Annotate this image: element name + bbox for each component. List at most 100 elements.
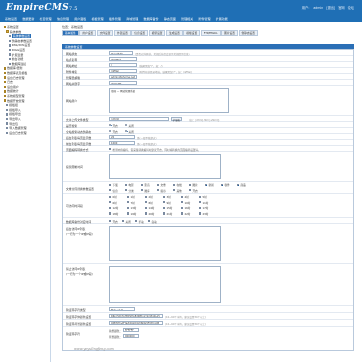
site-url-input[interactable]: / (109, 63, 137, 67)
encoding-checkbox[interactable] (109, 147, 112, 151)
topnav-item[interactable]: 用户面板 (74, 17, 86, 21)
rewrite-off-radio[interactable] (125, 129, 128, 133)
site-open-select[interactable]: 开启(推荐) (109, 51, 133, 55)
sidebar-item[interactable]: 日志 (0, 80, 13, 84)
replace-checkbox[interactable] (157, 183, 160, 186)
replace-checkbox[interactable] (173, 189, 176, 192)
backup-checkbox[interactable] (135, 219, 138, 223)
hour-checkbox[interactable] (181, 206, 184, 210)
sidebar-item[interactable]: 扩展变量 (0, 53, 23, 57)
tab-item[interactable]: 信息设置 (131, 30, 149, 36)
sidebar-item[interactable]: 系统模型管理 (0, 94, 24, 98)
rewrite-on-radio[interactable] (109, 129, 112, 133)
sidebar-item[interactable]: 后台日志管理 (0, 76, 24, 80)
search-on-radio[interactable] (109, 123, 112, 127)
hour-checkbox[interactable] (127, 195, 130, 198)
hour-checkbox[interactable] (127, 201, 130, 204)
tab-item[interactable]: 生成设置 (166, 30, 183, 36)
topnav-item[interactable]: 数据库备份 (144, 17, 159, 21)
sidebar-item[interactable]: 系统设置 (0, 25, 19, 29)
keywords-input[interactable]: 帝国CMS (109, 81, 137, 85)
backup-checkbox[interactable] (109, 219, 112, 223)
tab-item[interactable]: 文件设置 (96, 30, 114, 36)
sidebar-item[interactable]: DIGG设置 (0, 48, 25, 52)
replace-checkbox[interactable] (237, 183, 240, 187)
tab-item[interactable]: 用户设置 (79, 30, 97, 36)
search-off-radio[interactable] (125, 123, 128, 127)
backup-checkbox[interactable] (122, 219, 125, 223)
tab-item[interactable]: 模型设置 (148, 30, 166, 36)
replace-checkbox[interactable] (173, 183, 176, 186)
replace-checkbox[interactable] (141, 183, 144, 186)
sidebar-item[interactable]: 数据库/更新 (0, 66, 23, 70)
admin-page-size-input[interactable]: 20 (109, 135, 135, 139)
sidebar-item[interactable]: 导出包 (0, 122, 18, 126)
hour-checkbox[interactable] (181, 201, 184, 204)
topnav-item[interactable]: 系统设置 (5, 17, 17, 21)
hour-checkbox[interactable] (163, 201, 166, 204)
topnav-item[interactable]: 信息管理 (57, 17, 69, 21)
topnav-item[interactable]: 静态页面 (164, 17, 176, 21)
hour-checkbox[interactable] (199, 206, 202, 210)
sidebar-item[interactable]: 后台日志管理 (0, 131, 27, 135)
vote-limit-textarea[interactable] (109, 154, 221, 179)
ext-select[interactable]: 扩展名 (171, 117, 183, 122)
sidebar-item[interactable]: 系统参数 (0, 30, 21, 34)
replace-checkbox[interactable] (109, 189, 112, 192)
verify-bg-input[interactable]: OPD5HnAFYaZdQgQlGYl6DG5FQtVnQ8 (109, 321, 163, 326)
hour-checkbox[interactable] (145, 195, 148, 198)
hour-checkbox[interactable] (145, 212, 148, 215)
front-page-size-input[interactable]: 1000 (109, 141, 135, 145)
sidebar-item[interactable]: 数据统计 (0, 89, 19, 93)
replace-checkbox[interactable] (141, 189, 144, 192)
hour-checkbox[interactable] (199, 201, 202, 204)
tab-item[interactable]: 伪静态设置 (238, 30, 258, 36)
tab-item[interactable]: 图片设置 (221, 30, 238, 36)
topnav-item[interactable]: 商城管理 (126, 17, 138, 21)
hour-checkbox[interactable] (109, 201, 112, 204)
replace-checkbox[interactable] (109, 183, 112, 186)
forum-link[interactable]: 论坛 (348, 6, 354, 10)
file-domain-input[interactable]: /d/file/ (109, 69, 137, 73)
verify-type-select[interactable]: 数字+字母 (109, 307, 135, 312)
verify-font-input[interactable]: RRn7kDj7pf3tPzHAE2RPtnxYkmPn0Lg5 (109, 314, 163, 319)
hour-checkbox[interactable] (163, 206, 166, 210)
topnav-item[interactable]: 插件管理 (109, 17, 121, 21)
sidebar-item[interactable]: 模板导出 (0, 112, 21, 116)
hour-checkbox[interactable] (181, 212, 184, 215)
hour-checkbox[interactable] (127, 206, 130, 210)
tab-item[interactable]: FTP/EMAIL (200, 30, 221, 36)
sidebar-item[interactable]: 导出导入 (0, 117, 21, 121)
official-link[interactable]: 官网 (338, 6, 344, 10)
hour-checkbox[interactable] (163, 195, 166, 198)
backup-checkbox[interactable] (148, 219, 151, 223)
replace-checkbox[interactable] (157, 189, 160, 192)
admin-ip-textarea[interactable] (109, 226, 221, 261)
topnav-item[interactable]: 管理相关 (181, 17, 193, 21)
bg-color-input[interactable]: 000000 (123, 333, 139, 338)
sidebar-item[interactable]: 模板组 (0, 103, 18, 107)
hour-checkbox[interactable] (145, 206, 148, 210)
hour-checkbox[interactable] (109, 195, 112, 198)
hour-checkbox[interactable] (163, 212, 166, 215)
topnav-item[interactable]: 模板管理 (92, 17, 104, 21)
hour-checkbox[interactable] (199, 195, 202, 198)
fg-color-input[interactable]: FFFFFF (123, 327, 139, 332)
site-description-textarea[interactable]: 帝国 — 网站管理系统 (109, 88, 229, 113)
replace-checkbox[interactable] (125, 183, 128, 186)
replace-checkbox[interactable] (125, 189, 128, 192)
topnav-item[interactable]: 附件管理 (198, 17, 210, 21)
site-name-input[interactable]: 帝国网站 (109, 57, 137, 61)
hour-checkbox[interactable] (199, 212, 202, 215)
sidebar-item[interactable]: 系统参数设置 (0, 34, 32, 39)
sidebar-item[interactable]: 导入数据管理 (0, 126, 27, 130)
hour-checkbox[interactable] (109, 212, 112, 215)
block-ip-textarea[interactable] (109, 266, 221, 303)
hour-checkbox[interactable] (181, 195, 184, 198)
tab-item[interactable]: 外链设置 (114, 30, 131, 36)
sidebar-item[interactable]: RSS/XML设置 (0, 43, 30, 47)
user-name[interactable]: admin (313, 6, 323, 10)
hour-checkbox[interactable] (145, 201, 148, 204)
sidebar-item[interactable]: 数据库表及模板 (0, 71, 27, 75)
hour-checkbox[interactable] (127, 212, 130, 215)
